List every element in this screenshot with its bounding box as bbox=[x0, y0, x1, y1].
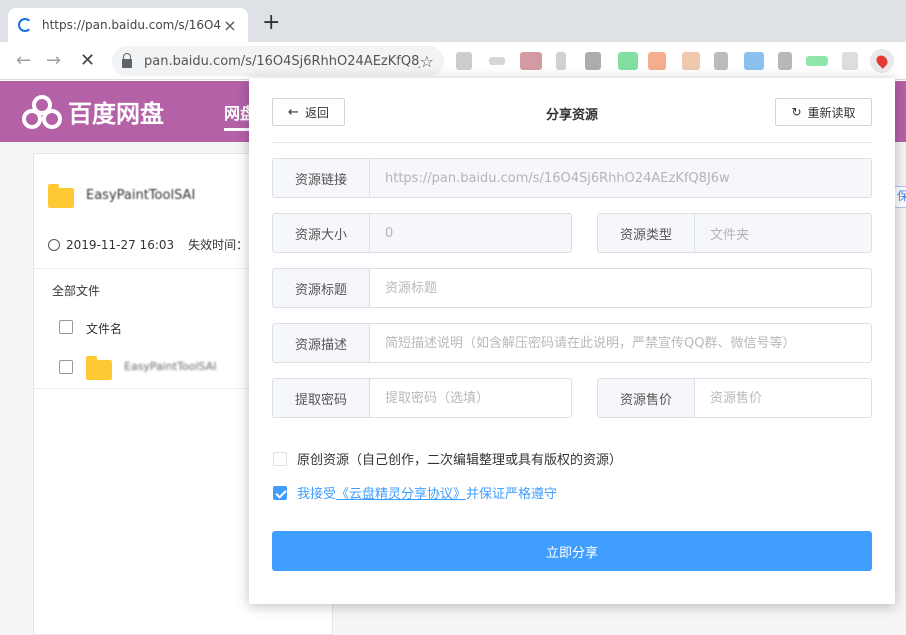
expire-label: 失效时间： bbox=[188, 238, 249, 252]
extract-password-input[interactable] bbox=[370, 379, 571, 417]
resource-title-input[interactable] bbox=[370, 269, 871, 307]
resource-type-label: 资源类型 bbox=[598, 214, 695, 252]
original-resource-checkbox[interactable] bbox=[273, 451, 287, 466]
resource-link-label: 资源链接 bbox=[273, 159, 370, 197]
agreement-link[interactable]: 《云盘精灵分享协议》 bbox=[336, 483, 466, 502]
nav-active-underline bbox=[224, 128, 250, 131]
resource-title-label: 资源标题 bbox=[273, 269, 370, 307]
extension-icon[interactable] bbox=[806, 56, 828, 66]
share-resource-dialog: ← 返回 分享资源 ↻ 重新读取 资源链接 https://pan.baidu.… bbox=[249, 78, 895, 604]
extension-icon[interactable] bbox=[456, 52, 472, 70]
extension-icon[interactable] bbox=[648, 52, 666, 70]
reload-button[interactable]: ↻ 重新读取 bbox=[775, 98, 872, 126]
row-checkbox[interactable] bbox=[59, 360, 73, 374]
resource-size-label: 资源大小 bbox=[273, 214, 370, 252]
resource-type-field: 资源类型 文件夹 bbox=[597, 213, 872, 253]
address-url[interactable]: pan.baidu.com/s/16O4Sj6RhhO24AEzKfQ8J6w bbox=[144, 54, 420, 69]
loading-spinner-icon bbox=[18, 18, 32, 32]
column-header-filename: 文件名 bbox=[86, 322, 123, 336]
extension-icon[interactable] bbox=[556, 52, 566, 70]
select-all-checkbox[interactable] bbox=[59, 320, 73, 334]
extension-icon[interactable] bbox=[618, 52, 638, 70]
extension-icon[interactable] bbox=[489, 57, 505, 65]
resource-price-field: 资源售价 云豆 bbox=[597, 378, 872, 418]
logo-text: 百度网盘 bbox=[68, 100, 164, 128]
original-resource-label: 原创资源（自己创作，二次编辑整理或具有版权的资源） bbox=[297, 453, 623, 468]
cloud-logo-icon bbox=[22, 94, 62, 129]
bookmark-star-icon[interactable]: ☆ bbox=[420, 52, 434, 71]
extension-icon[interactable] bbox=[714, 52, 728, 70]
share-now-button[interactable]: 立即分享 bbox=[272, 531, 872, 571]
agreement-prefix: 我接受 bbox=[297, 487, 337, 502]
extension-icon[interactable] bbox=[778, 52, 792, 70]
lock-icon bbox=[122, 52, 132, 68]
resource-description-label: 资源描述 bbox=[273, 324, 370, 362]
baidu-logo[interactable]: 百度网盘 bbox=[22, 94, 164, 129]
agreement-checkbox[interactable] bbox=[273, 485, 287, 500]
folder-icon bbox=[48, 184, 74, 208]
clock-icon bbox=[48, 238, 60, 251]
original-resource-option[interactable]: 原创资源（自己创作，二次编辑整理或具有版权的资源） bbox=[273, 449, 622, 468]
browser-tab-bar: https://pan.baidu.com/s/16O4Sj × + bbox=[0, 0, 906, 42]
share-date: 2019-11-27 16:03 bbox=[66, 237, 175, 252]
resource-link-field: 资源链接 https://pan.baidu.com/s/16O4Sj6RhhO… bbox=[272, 158, 872, 198]
resource-size-value: 0 bbox=[370, 214, 571, 252]
extension-icon[interactable] bbox=[585, 52, 601, 70]
all-files-breadcrumb[interactable]: 全部文件 bbox=[52, 282, 100, 299]
divider bbox=[272, 142, 872, 143]
extension-icon[interactable] bbox=[682, 52, 700, 70]
refresh-icon: ↻ bbox=[791, 105, 802, 119]
resource-link-value: https://pan.baidu.com/s/16O4Sj6RhhO24AEz… bbox=[370, 159, 871, 197]
tab-close-icon[interactable]: × bbox=[222, 16, 238, 35]
extract-password-label: 提取密码 bbox=[273, 379, 370, 417]
resource-description-field: 资源描述 bbox=[272, 323, 872, 363]
tab-title: https://pan.baidu.com/s/16O4Sj bbox=[42, 18, 222, 32]
stop-loading-icon[interactable]: ✕ bbox=[80, 51, 95, 71]
resource-size-field: 资源大小 0 bbox=[272, 213, 572, 253]
folder-icon bbox=[86, 356, 112, 380]
share-meta: 2019-11-27 16:03 失效时间： bbox=[48, 236, 248, 253]
extension-icon[interactable] bbox=[520, 52, 542, 70]
resource-title-field: 资源标题 bbox=[272, 268, 872, 308]
new-tab-button[interactable]: + bbox=[262, 12, 280, 34]
save-to-disk-button[interactable]: 保 bbox=[894, 186, 906, 208]
back-arrow-icon[interactable]: ← bbox=[16, 51, 31, 71]
reload-button-label: 重新读取 bbox=[807, 105, 856, 120]
agreement-option[interactable]: 我接受 《云盘精灵分享协议》 并保证严格遵守 bbox=[273, 483, 557, 502]
resource-price-label: 资源售价 bbox=[598, 379, 695, 417]
extract-password-field: 提取密码 bbox=[272, 378, 572, 418]
resource-description-input[interactable] bbox=[370, 324, 871, 362]
address-bar[interactable]: pan.baidu.com/s/16O4Sj6RhhO24AEzKfQ8J6w … bbox=[112, 46, 444, 76]
extension-icon[interactable] bbox=[842, 52, 858, 70]
file-row-name[interactable]: EasyPaintToolSAI bbox=[124, 360, 216, 373]
agreement-suffix: 并保证严格遵守 bbox=[466, 487, 558, 502]
location-pin-icon[interactable] bbox=[870, 49, 894, 73]
resource-type-value: 文件夹 bbox=[695, 214, 871, 252]
browser-tab[interactable]: https://pan.baidu.com/s/16O4Sj × bbox=[8, 8, 248, 42]
resource-price-input[interactable] bbox=[695, 379, 871, 417]
forward-arrow-icon[interactable]: → bbox=[46, 51, 61, 71]
browser-toolbar: ← → ✕ pan.baidu.com/s/16O4Sj6RhhO24AEzKf… bbox=[0, 42, 906, 80]
shared-file-title: EasyPaintToolSAI bbox=[86, 188, 196, 203]
extension-icon[interactable] bbox=[744, 52, 764, 70]
